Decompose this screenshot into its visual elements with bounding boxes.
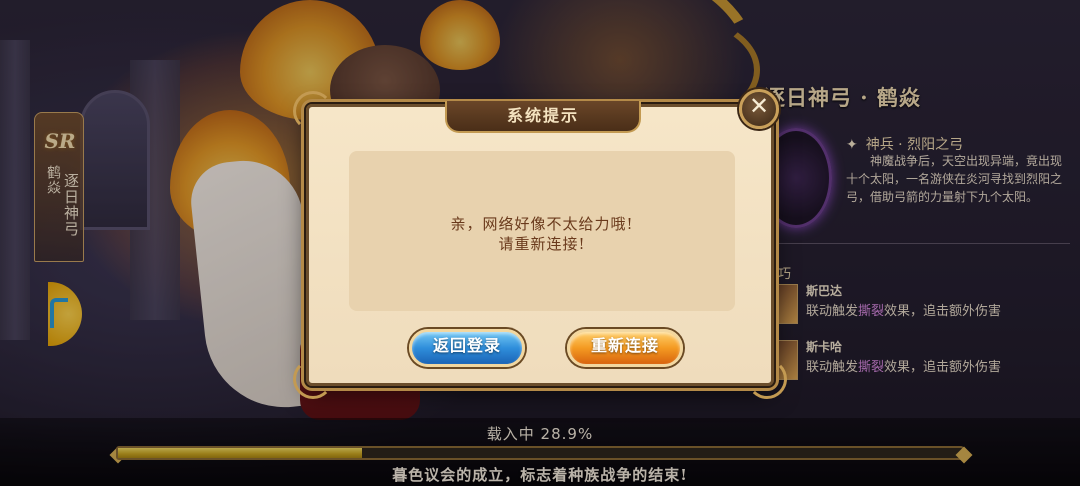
reconnect-button[interactable]: 重新连接 xyxy=(567,329,683,367)
ornament-corner xyxy=(747,359,787,399)
dialog-message: 请重新连接! xyxy=(498,235,586,253)
return-login-button[interactable]: 返回登录 xyxy=(409,329,525,367)
system-prompt-dialog: 系统提示 亲，网络好像不太给力哦! 请重新连接! 返回登录 重新连接 xyxy=(293,91,787,399)
dialog-message: 亲，网络好像不太给力哦! xyxy=(450,215,634,233)
dialog-title: 系统提示 xyxy=(445,101,641,133)
ornament-corner xyxy=(293,91,333,131)
dialog-message-panel: 亲，网络好像不太给力哦! 请重新连接! xyxy=(349,151,735,311)
close-icon[interactable]: ✕ xyxy=(739,89,779,129)
ornament-corner xyxy=(293,359,333,399)
